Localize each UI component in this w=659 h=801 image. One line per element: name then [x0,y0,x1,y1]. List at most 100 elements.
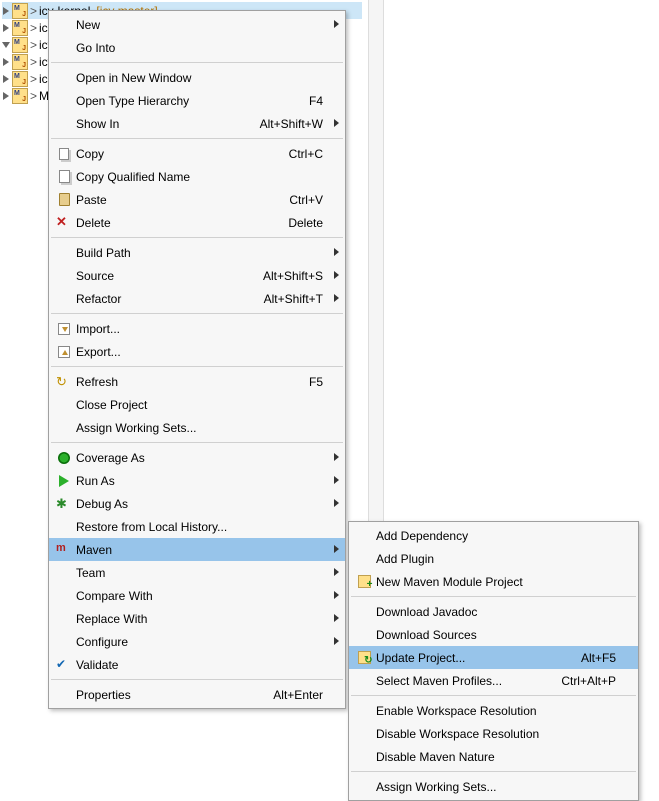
blank-icon [52,397,76,413]
blank-icon [52,40,76,56]
menu-item-label: Team [76,566,323,580]
menu-item-close-project[interactable]: Close Project [49,393,345,416]
context-menu[interactable]: New Go Into Open in New Window Open Type Hi… [48,10,346,709]
menu-item-team[interactable]: Team [49,561,345,584]
blank-icon [52,93,76,109]
blank-icon [352,779,376,795]
menu-item-disable-maven-nature[interactable]: Disable Maven Nature [349,745,638,768]
expand-icon[interactable] [2,75,10,83]
menu-item-label: Coverage As [76,451,323,465]
menu-item-label: Download Sources [376,628,616,642]
menu-item-open-type-hierarchy[interactable]: Open Type HierarchyF4 [49,89,345,112]
menu-item-open-in-new-window[interactable]: Open in New Window [49,66,345,89]
menu-item-configure[interactable]: Configure [49,630,345,653]
menu-item-run-as[interactable]: Run As [49,469,345,492]
blank-icon [52,291,76,307]
menu-item-go-into[interactable]: Go Into [49,36,345,59]
menu-item-disable-workspace-resolution[interactable]: Disable Workspace Resolution [349,722,638,745]
menu-item-assign-working-sets[interactable]: Assign Working Sets... [49,416,345,439]
menu-item-assign-working-sets[interactable]: Assign Working Sets... [349,775,638,798]
check-icon: ✔ [52,657,76,673]
menu-item-delete[interactable]: ✕DeleteDelete [49,211,345,234]
menu-item-label: Open Type Hierarchy [76,94,301,108]
menu-item-maven[interactable]: mMaven [49,538,345,561]
menu-item-label: Replace With [76,612,323,626]
menu-item-import[interactable]: Import... [49,317,345,340]
collapse-icon[interactable] [2,41,10,49]
maven-submenu[interactable]: Add Dependency Add Plugin New Maven Module… [348,521,639,801]
menu-item-shortcut: Alt+Shift+T [264,292,323,306]
menu-item-shortcut: Ctrl+V [289,193,323,207]
menu-item-refresh[interactable]: ↻RefreshF5 [49,370,345,393]
submenu-arrow-icon [334,545,339,555]
submenu-arrow-icon [334,614,339,624]
expand-icon[interactable] [2,24,10,32]
menu-separator [351,596,636,597]
menu-item-new[interactable]: New [49,13,345,36]
blank-icon [52,687,76,703]
blank-icon [352,703,376,719]
menu-item-source[interactable]: SourceAlt+Shift+S [49,264,345,287]
menu-item-export[interactable]: Export... [49,340,345,363]
menu-separator [351,695,636,696]
menu-item-properties[interactable]: PropertiesAlt+Enter [49,683,345,706]
menu-item-label: Download Javadoc [376,605,616,619]
menu-item-label: Go Into [76,41,323,55]
submenu-arrow-icon [334,637,339,647]
menu-item-label: New Maven Module Project [376,575,616,589]
menu-item-show-in[interactable]: Show InAlt+Shift+W [49,112,345,135]
blank-icon [352,551,376,567]
blank-icon [52,519,76,535]
decorator: > [30,55,37,69]
menu-item-paste[interactable]: PasteCtrl+V [49,188,345,211]
menu-item-restore-from-local-history[interactable]: Restore from Local History... [49,515,345,538]
menu-item-label: Disable Workspace Resolution [376,727,616,741]
blank-icon [352,604,376,620]
submenu-arrow-icon [334,453,339,463]
menu-item-download-sources[interactable]: Download Sources [349,623,638,646]
menu-item-coverage-as[interactable]: Coverage As [49,446,345,469]
expand-icon[interactable] [2,58,10,66]
menu-separator [51,366,343,367]
menu-item-new-maven-module-project[interactable]: New Maven Module Project [349,570,638,593]
copy-icon [52,146,76,162]
menu-item-copy[interactable]: CopyCtrl+C [49,142,345,165]
menu-item-copy-qualified-name[interactable]: Copy Qualified Name [49,165,345,188]
expand-icon[interactable] [2,92,10,100]
submenu-arrow-icon [334,119,339,129]
menu-item-label: Assign Working Sets... [376,780,616,794]
menu-item-shortcut: Ctrl+C [289,147,323,161]
menu-separator [51,313,343,314]
paste-icon [52,192,76,208]
menu-item-label: Add Dependency [376,529,616,543]
menu-item-update-project[interactable]: Update Project...Alt+F5 [349,646,638,669]
menu-item-shortcut: Alt+F5 [581,651,616,665]
menu-item-shortcut: F5 [309,375,323,389]
menu-item-label: Open in New Window [76,71,323,85]
menu-item-build-path[interactable]: Build Path [49,241,345,264]
menu-item-refactor[interactable]: RefactorAlt+Shift+T [49,287,345,310]
menu-item-validate[interactable]: ✔Validate [49,653,345,676]
submenu-arrow-icon [334,294,339,304]
menu-item-add-plugin[interactable]: Add Plugin [349,547,638,570]
submenu-arrow-icon [334,248,339,258]
menu-item-debug-as[interactable]: ✱Debug As [49,492,345,515]
menu-separator [51,679,343,680]
run-icon [52,473,76,489]
maven-java-project-icon: M [12,54,28,70]
blank-icon [352,528,376,544]
menu-item-select-maven-profiles[interactable]: Select Maven Profiles...Ctrl+Alt+P [349,669,638,692]
menu-item-compare-with[interactable]: Compare With [49,584,345,607]
decorator: > [30,21,37,35]
menu-separator [51,138,343,139]
copyq-icon [52,169,76,185]
decorator: > [30,4,37,18]
expand-icon[interactable] [2,7,10,15]
menu-item-label: Export... [76,345,323,359]
menu-item-download-javadoc[interactable]: Download Javadoc [349,600,638,623]
menu-item-replace-with[interactable]: Replace With [49,607,345,630]
menu-item-add-dependency[interactable]: Add Dependency [349,524,638,547]
menu-item-enable-workspace-resolution[interactable]: Enable Workspace Resolution [349,699,638,722]
maven-java-project-icon: M [12,20,28,36]
menu-item-label: Import... [76,322,323,336]
